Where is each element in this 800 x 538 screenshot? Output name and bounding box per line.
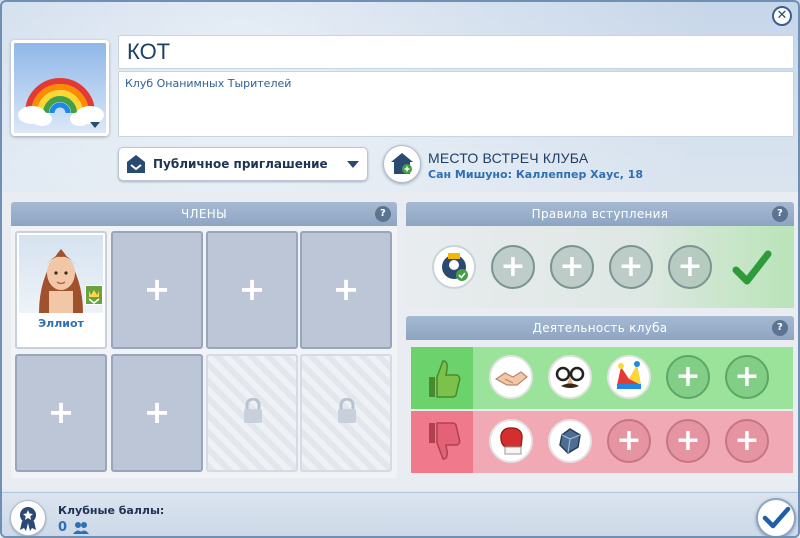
- member-name: Эллиот: [38, 317, 84, 330]
- gem-icon: [559, 428, 581, 454]
- invite-type-label: Публичное приглашение: [153, 157, 328, 171]
- checkmark-icon: [762, 506, 791, 529]
- venue-select-button[interactable]: [383, 145, 421, 183]
- club-name-field[interactable]: КОТ: [118, 35, 794, 69]
- activity-panel-header: Деятельность клуба ?: [406, 316, 794, 340]
- add-member-slot[interactable]: [111, 354, 203, 472]
- club-points-value: 0: [58, 520, 68, 535]
- venue-title: Место встреч клуба: [428, 150, 589, 166]
- club-points-label: Клубные баллы:: [58, 504, 165, 517]
- thumbs-down-icon: [411, 411, 473, 473]
- rainbow-icon: [18, 78, 104, 126]
- invite-type-dropdown[interactable]: Публичное приглашение: [118, 147, 368, 181]
- add-rule-button[interactable]: [668, 245, 712, 289]
- activity-dislike-slot[interactable]: [548, 419, 592, 463]
- jester-hat-icon: [617, 361, 641, 389]
- rule-slot[interactable]: [432, 245, 476, 289]
- activity-panel-title: Деятельность клуба: [532, 321, 668, 335]
- footer-bar: Клубные баллы: 0: [2, 492, 798, 536]
- people-icon: [73, 522, 89, 534]
- close-button[interactable]: ✕: [772, 6, 792, 26]
- add-member-slot[interactable]: [111, 231, 203, 349]
- disguise-glasses-icon: [555, 366, 585, 388]
- members-panel-header: ЧЛЕНЫ ?: [11, 202, 397, 226]
- members-help-button[interactable]: ?: [375, 206, 391, 222]
- rules-help-button[interactable]: ?: [772, 206, 788, 222]
- club-emblem-picker[interactable]: [11, 40, 109, 136]
- add-rule-button[interactable]: [609, 245, 653, 289]
- activity-like-slot[interactable]: [489, 355, 533, 399]
- add-dislike-activity-button[interactable]: [666, 419, 710, 463]
- activity-like-slot[interactable]: [607, 355, 651, 399]
- add-dislike-activity-button[interactable]: [725, 419, 769, 463]
- club-dialog: ✕ КОТ Клуб Онанимных Тырителей Публичное…: [0, 0, 800, 538]
- club-house-icon: [127, 155, 145, 173]
- locked-member-slot: [206, 354, 298, 472]
- member-slot[interactable]: Эллиот: [15, 231, 107, 349]
- members-grid: Эллиот: [11, 226, 397, 478]
- add-like-activity-button[interactable]: [666, 355, 710, 399]
- lock-icon: [244, 398, 262, 423]
- activity-like-slot[interactable]: [548, 355, 592, 399]
- add-member-slot[interactable]: [300, 231, 392, 349]
- activity-dislike-slot[interactable]: [489, 419, 533, 463]
- add-rule-button[interactable]: [491, 245, 535, 289]
- home-location-icon: [391, 153, 413, 174]
- thumbs-up-icon: [411, 347, 473, 409]
- activity-help-button[interactable]: ?: [772, 320, 788, 336]
- rules-row: [406, 226, 794, 308]
- leader-crown-icon: [85, 285, 103, 305]
- add-rule-button[interactable]: [550, 245, 594, 289]
- add-like-activity-button[interactable]: [725, 355, 769, 399]
- club-badge-icon: [20, 507, 36, 531]
- locked-member-slot: [300, 354, 392, 472]
- add-member-slot[interactable]: [15, 354, 107, 472]
- likes-row: [411, 347, 793, 409]
- criminal-career-icon: [442, 253, 468, 281]
- activity-grid: [411, 347, 793, 475]
- chevron-down-icon: [347, 161, 359, 168]
- club-description-field[interactable]: Клуб Онанимных Тырителей: [118, 71, 794, 137]
- add-member-slot[interactable]: [206, 231, 298, 349]
- members-panel-title: ЧЛЕНЫ: [181, 207, 227, 221]
- club-perks-button[interactable]: [10, 500, 46, 536]
- chevron-down-icon: [90, 122, 100, 128]
- confirm-button[interactable]: [756, 498, 796, 536]
- boxing-glove-icon: [500, 427, 523, 455]
- rules-panel-title: Правила вступления: [531, 207, 669, 221]
- venue-location: Сан Мишуно: Каллеппер Хаус, 18: [428, 168, 644, 181]
- lock-icon: [338, 398, 356, 423]
- handshake-icon: [494, 371, 528, 386]
- rules-panel-header: Правила вступления ?: [406, 202, 794, 226]
- checkmark-icon: [732, 250, 772, 285]
- add-dislike-activity-button[interactable]: [607, 419, 651, 463]
- dislikes-row: [411, 411, 793, 473]
